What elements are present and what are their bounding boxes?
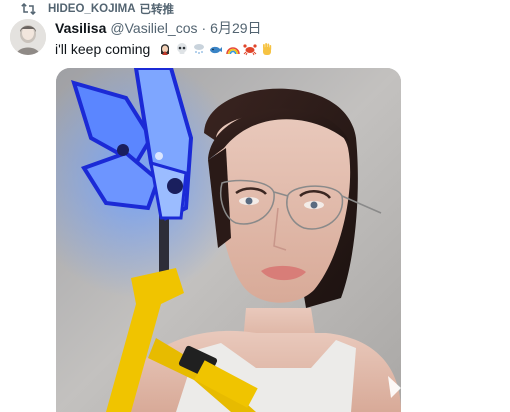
rainbow-emoji — [226, 42, 241, 56]
tweet-text-body: i'll keep coming — [55, 41, 151, 57]
reposter-name[interactable]: HIDEO_KOJIMA — [48, 3, 136, 15]
tweet-card[interactable]: HIDEO_KOJIMA 已转推 Vasilisa @Vasiliel_cos … — [0, 0, 510, 412]
crab-emoji — [243, 42, 257, 56]
avatar[interactable] — [10, 19, 46, 55]
vampire-emoji — [158, 42, 172, 56]
tweet-photo[interactable] — [56, 68, 401, 412]
tweet-text: i'll keep coming — [55, 40, 500, 58]
repost-indicator: HIDEO_KOJIMA 已转推 — [20, 0, 174, 17]
author-handle[interactable]: @Vasiliel_cos — [110, 19, 197, 37]
raised-hand-emoji — [260, 42, 274, 56]
separator-dot: · — [201, 20, 207, 36]
tweet-content: Vasilisa @Vasiliel_cos · 6月29日 i'll keep… — [55, 19, 500, 58]
tweet-date[interactable]: 6月29日 — [210, 19, 261, 37]
author-display-name[interactable]: Vasilisa — [55, 19, 106, 37]
snow-cloud-emoji — [192, 42, 206, 56]
whale-emoji — [209, 42, 223, 56]
skull-emoji — [175, 42, 189, 56]
photo-illustration — [56, 68, 401, 412]
repost-icon — [20, 2, 36, 16]
tweet-header: Vasilisa @Vasiliel_cos · 6月29日 — [55, 19, 500, 37]
repost-action-label: 已转推 — [139, 3, 175, 16]
